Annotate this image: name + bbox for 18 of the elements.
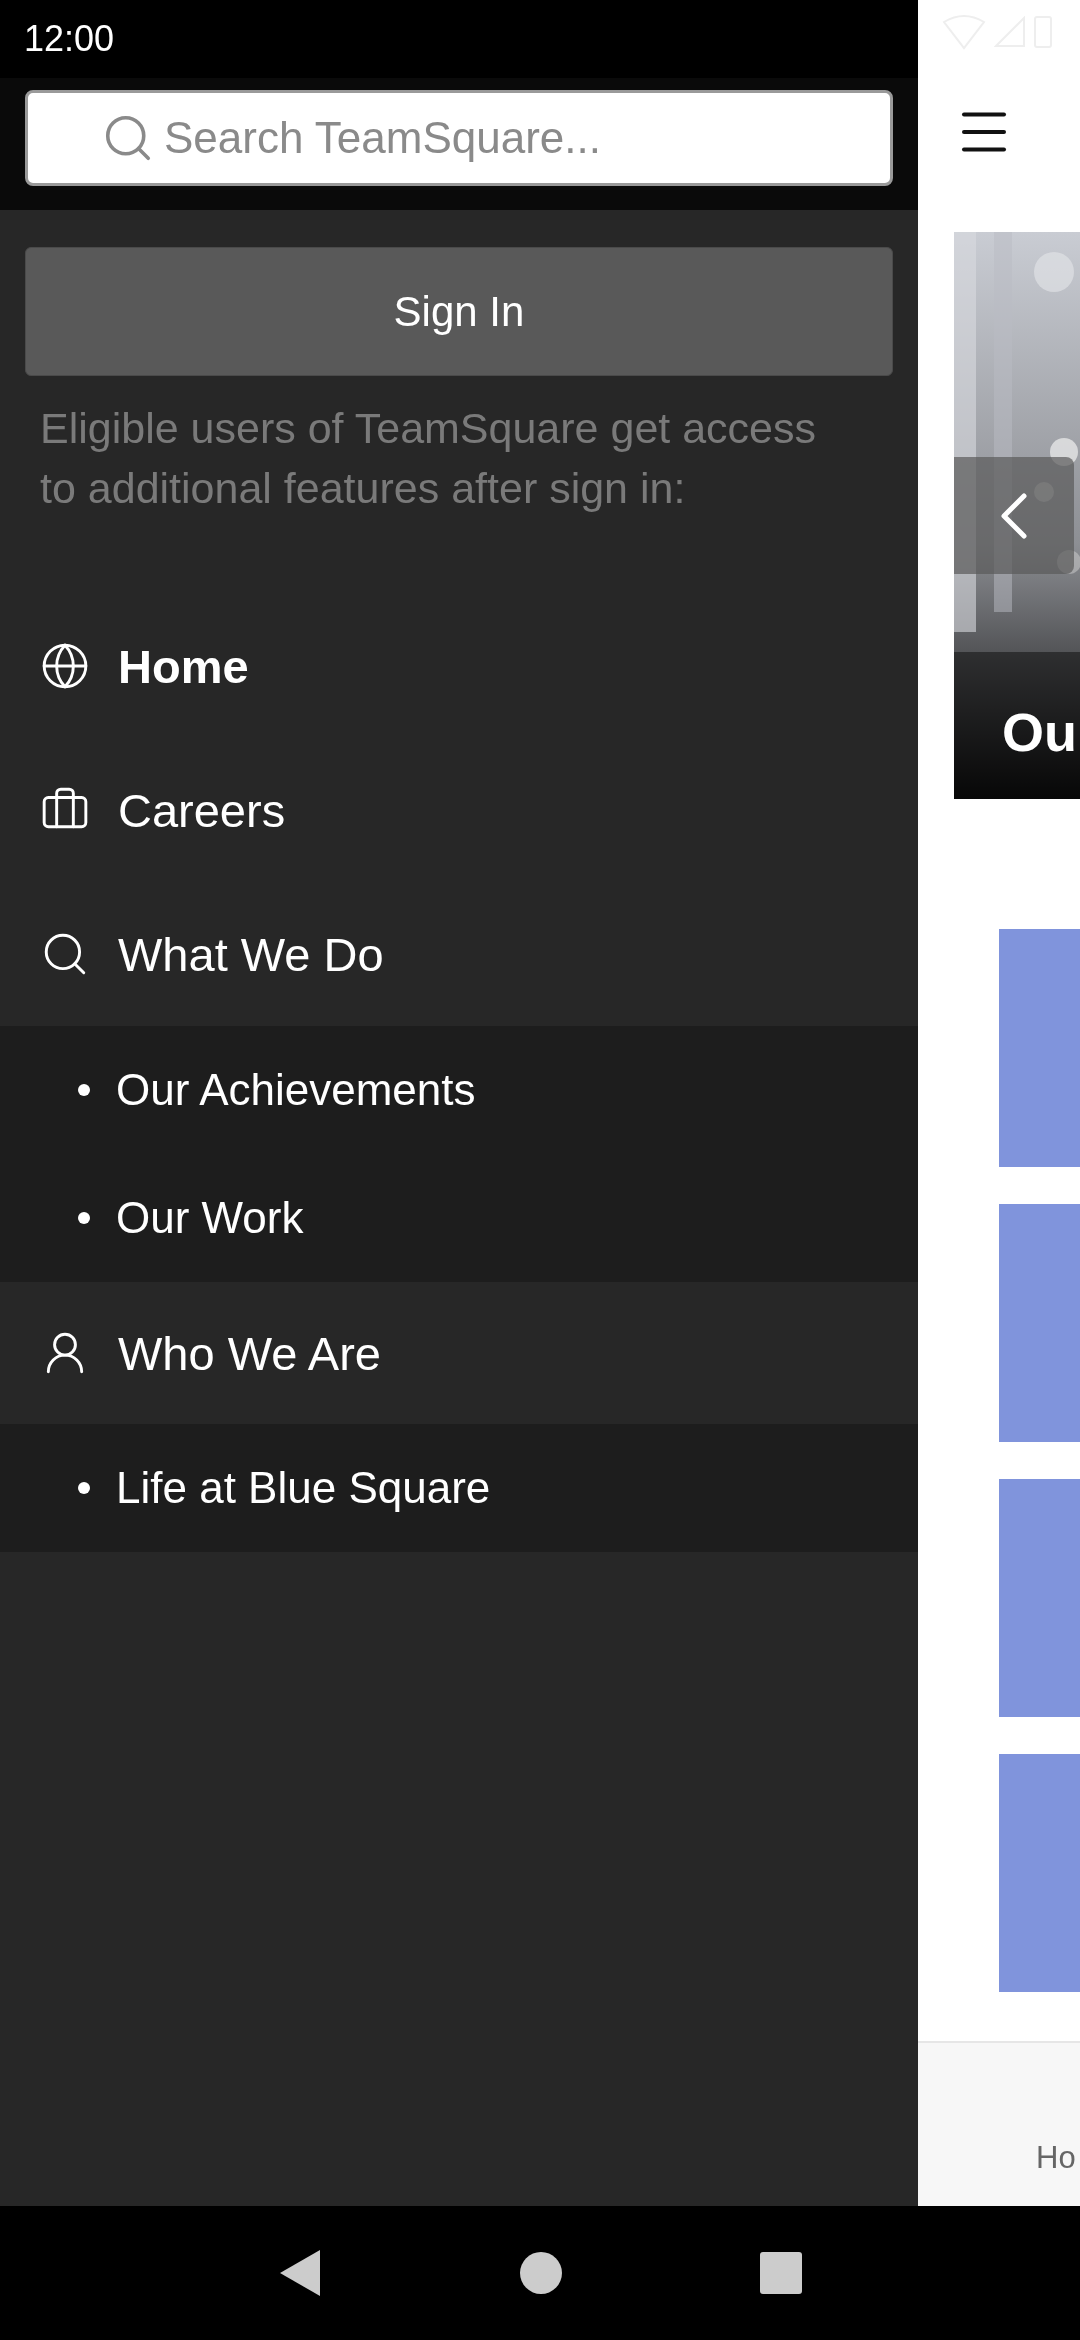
recents-icon[interactable] bbox=[759, 2252, 802, 2294]
nav-label[interactable]: Ho bbox=[1036, 2140, 1076, 2176]
previous-button[interactable] bbox=[954, 457, 1074, 574]
search-field[interactable]: Search TeamSquare... bbox=[25, 90, 893, 186]
menu-item[interactable]: What We Do bbox=[0, 882, 918, 1026]
status-time: 12:00 bbox=[24, 18, 115, 60]
submenu-item[interactable]: Life at Blue Square bbox=[0, 1424, 918, 1552]
hero-title: Ou bbox=[1002, 701, 1077, 763]
back-icon[interactable] bbox=[278, 2248, 323, 2298]
globe-icon bbox=[40, 641, 90, 691]
sign-in-note: Eligible users of TeamSquare get access to additional features after sign in: bbox=[40, 403, 817, 514]
menu-item[interactable]: Who We Are bbox=[0, 1282, 918, 1424]
submenu-item[interactable]: Our Achievements bbox=[0, 1026, 918, 1154]
sign-in-button[interactable]: Sign In bbox=[25, 247, 893, 376]
menu-item[interactable]: Home bbox=[0, 594, 918, 738]
menu-item[interactable]: Careers bbox=[0, 738, 918, 882]
submenu-item[interactable]: Our Work bbox=[0, 1154, 918, 1282]
home-icon[interactable] bbox=[519, 2251, 563, 2295]
